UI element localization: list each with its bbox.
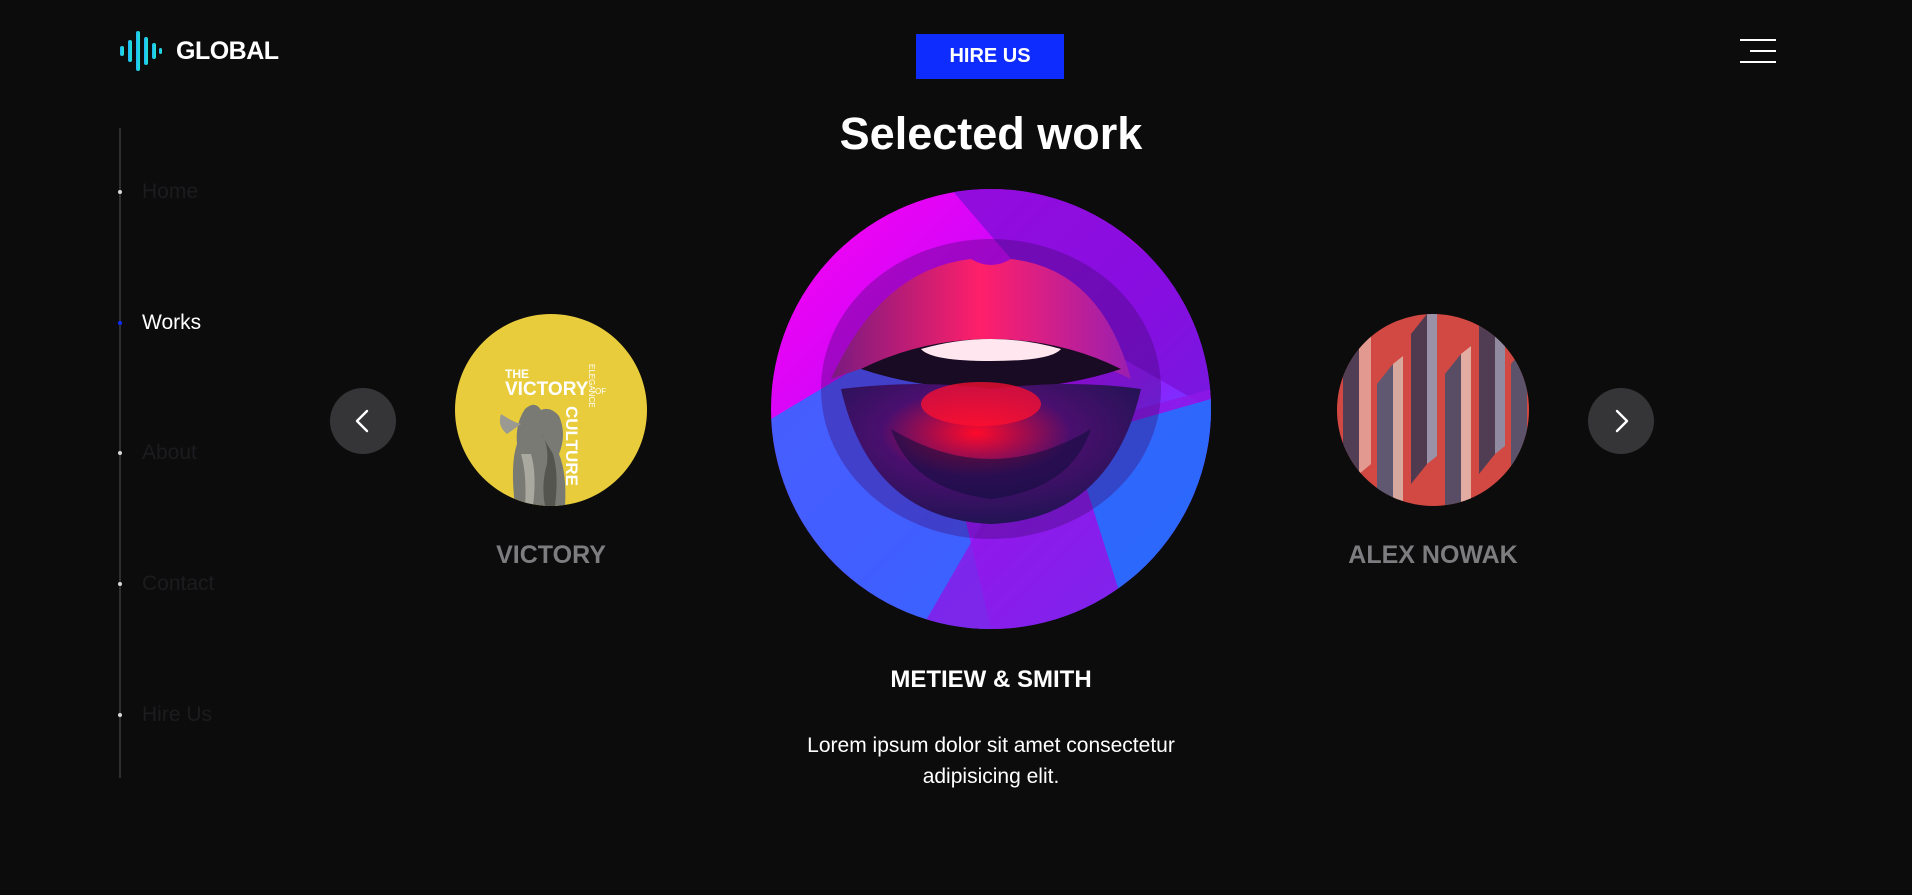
work-name-metiew-smith[interactable]: METIEW & SMITH — [791, 666, 1191, 694]
pattern-artwork-image — [1337, 314, 1529, 506]
side-nav-item-about[interactable]: About — [118, 441, 197, 465]
side-nav-label: Home — [142, 180, 199, 203]
work-thumbnail-alex-nowak[interactable] — [1337, 314, 1529, 506]
side-nav-label: Contact — [142, 572, 215, 595]
page: GLOBAL HIRE US Home Works About Contact … — [0, 0, 1912, 895]
brand-name: GLOBAL — [176, 36, 279, 65]
lips-artwork-image — [771, 189, 1211, 629]
side-nav-label: About — [142, 441, 197, 464]
chevron-right-icon — [1615, 409, 1629, 433]
side-nav-label: Hire Us — [142, 703, 213, 726]
side-nav-item-works[interactable]: Works — [118, 311, 201, 335]
poster-line-elegance: ELEGANCE — [587, 364, 596, 408]
work-description: Lorem ipsum dolor sit amet consectetur a… — [807, 734, 1175, 788]
poster-line-victory: VICTORY — [505, 379, 589, 400]
work-image-metiew-smith[interactable] — [771, 189, 1211, 629]
victory-poster-image: THE VICTORY OF CULTURE ELEGANCE — [455, 314, 647, 506]
hamburger-icon[interactable] — [1736, 36, 1776, 66]
carousel-prev-button[interactable] — [330, 388, 396, 454]
side-nav-item-hire-us[interactable]: Hire Us — [118, 703, 212, 727]
poster-line-culture: CULTURE — [562, 406, 581, 486]
work-thumbnail-victory[interactable]: THE VICTORY OF CULTURE ELEGANCE — [455, 314, 647, 506]
nav-dot — [118, 190, 122, 194]
side-nav-item-contact[interactable]: Contact — [118, 572, 214, 596]
side-nav-item-home[interactable]: Home — [118, 180, 198, 204]
chevron-left-icon — [355, 409, 369, 433]
brand-logo[interactable]: GLOBAL — [118, 28, 279, 74]
hire-us-button[interactable]: HIRE US — [916, 34, 1064, 79]
side-nav-label: Works — [142, 311, 202, 334]
nav-dot — [118, 451, 122, 455]
nav-dot-active — [118, 321, 122, 325]
work-name-alex-nowak[interactable]: ALEX NOWAK — [1283, 541, 1583, 570]
work-name-victory[interactable]: VICTORY — [401, 541, 701, 570]
nav-dot — [118, 582, 122, 586]
section-title: Selected work — [839, 108, 1143, 159]
carousel-next-button[interactable] — [1588, 388, 1654, 454]
sound-wave-logo-icon — [120, 31, 162, 71]
nav-dot — [118, 713, 122, 717]
